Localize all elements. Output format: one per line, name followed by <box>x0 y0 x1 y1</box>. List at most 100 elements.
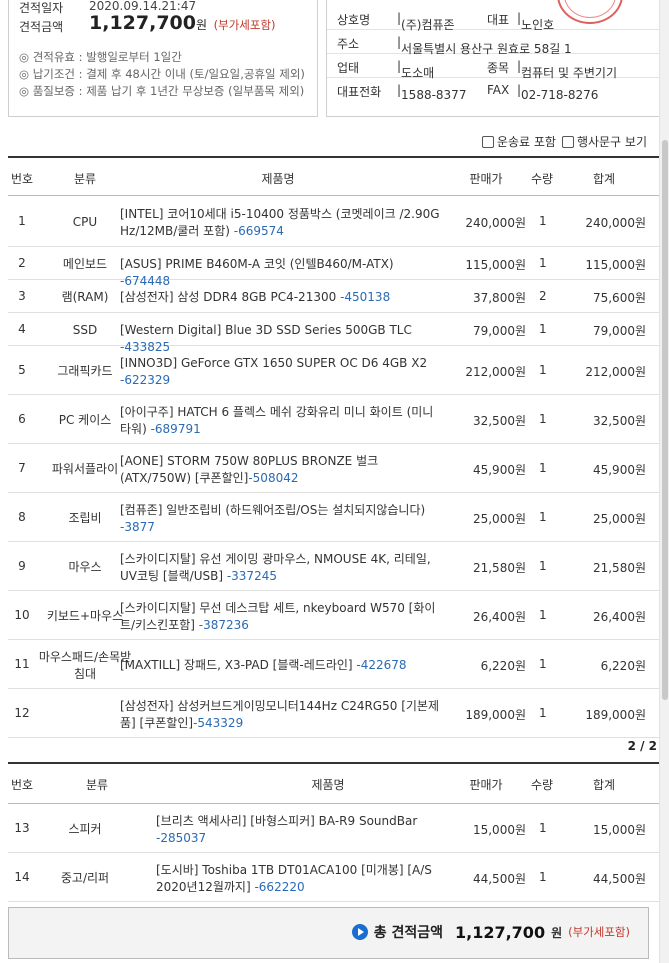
row-price: 32,500원 <box>472 414 526 428</box>
header-no: 번호 <box>10 172 34 186</box>
header-price: 판매가 <box>469 172 503 186</box>
product-code-link[interactable]: -543329 <box>193 716 243 730</box>
header-sum: 합계 <box>592 778 616 792</box>
row-product-name[interactable]: [삼성전자] 삼성 DDR4 8GB PC4-21300 -450138 <box>120 289 440 306</box>
product-code-link[interactable]: -337245 <box>227 569 277 583</box>
row-sum: 44,500원 <box>592 872 646 886</box>
row-product-name[interactable]: [INNO3D] GeForce GTX 1650 SUPER OC D6 4G… <box>120 355 440 389</box>
play-circle-icon <box>351 924 368 940</box>
shipping-checkbox[interactable] <box>481 135 494 148</box>
row-product-name[interactable]: [컴퓨존] 일반조립비 (하드웨어조립/OS는 설치되지않습니다) -3877 <box>120 502 440 536</box>
row-sum: 189,000원 <box>585 708 646 722</box>
phrase-checkbox[interactable] <box>561 135 574 148</box>
estimate-amount-label: 견적금액 <box>19 20 64 34</box>
table-row: 10 키보드+마우스 26,400원 1 26,400원 [스카이디지탈] 무선 데스크탑… <box>8 591 661 640</box>
shipping-toggle[interactable]: 운송료 포함 <box>481 133 556 150</box>
row-qty: 2 <box>539 289 547 303</box>
estimate-table-page2: 번호 분류 제품명 판매가 수량 합계 13 스피커 15,000원 1 15,000원… <box>8 764 661 904</box>
product-code-link[interactable]: -285037 <box>156 831 206 845</box>
scroll-thumb[interactable] <box>662 140 668 700</box>
product-code-link[interactable]: -422678 <box>356 658 406 672</box>
row-qty: 1 <box>539 608 547 622</box>
row-product-name[interactable]: [스카이디지탈] 유선 게이밍 광마우스, NMOUSE 4K, 리테일, UV… <box>120 551 440 585</box>
product-code-link[interactable]: -689791 <box>151 422 201 436</box>
product-name-text: [스카이디지탈] 무선 데스크탑 세트, nkeyboard W570 [화이트… <box>120 601 436 632</box>
row-number: 14 <box>14 870 30 884</box>
total-unit: 원 <box>551 925 563 940</box>
product-code-link[interactable]: -669574 <box>234 224 284 238</box>
row-qty: 1 <box>539 363 547 377</box>
row-number: 1 <box>18 214 26 228</box>
product-code-link[interactable]: -387236 <box>199 618 249 632</box>
row-sum: 212,000원 <box>585 365 646 379</box>
product-name-text: [삼성전자] 삼성커브드게이밍모니터144Hz C24RG50 [기본제품] [… <box>120 699 439 730</box>
row-sum: 115,000원 <box>585 258 646 272</box>
table-row: 7 파워서플라이 45,900원 1 45,900원 [AONE] STORM 750W … <box>8 444 661 493</box>
shipping-label: 운송료 포함 <box>496 135 556 149</box>
row-price: 21,580원 <box>472 561 526 575</box>
row-price: 45,900원 <box>472 463 526 477</box>
estimate-date-label: 견적일자 <box>19 1 64 15</box>
product-name-text: [MAXTILL] 장패드, X3-PAD [블랙-레드라인] <box>120 658 357 672</box>
row-qty: 1 <box>539 510 547 524</box>
table-row: 4 SSD 79,000원 1 79,000원 [Western Digital] Blu… <box>8 313 661 354</box>
product-code-link[interactable]: -450138 <box>340 290 390 304</box>
row-number: 9 <box>18 559 26 573</box>
product-code-link[interactable]: -622329 <box>120 373 170 387</box>
row-qty: 1 <box>539 412 547 426</box>
note-warranty: ◎ 품질보증 : 제품 납기 후 1년간 무상보증 (일부품목 제외) <box>19 84 305 98</box>
row-sum: 32,500원 <box>592 414 646 428</box>
row-product-name[interactable]: [MAXTILL] 장패드, X3-PAD [블랙-레드라인] -422678 <box>120 657 440 674</box>
header-category: 분류 <box>73 172 97 186</box>
header-name: 제품명 <box>261 172 295 186</box>
row-product-name[interactable]: [삼성전자] 삼성커브드게이밍모니터144Hz C24RG50 [기본제품] [… <box>120 698 440 732</box>
row-sum: 6,220원 <box>600 659 646 673</box>
row-number: 7 <box>18 461 26 475</box>
seller-info: 상호명 | (주)컴퓨존 대표 | 노인호 주소 | 서울특별시 용산구 원효로… <box>326 0 661 117</box>
row-price: 6,220원 <box>480 659 526 673</box>
row-product-name[interactable]: [브리츠 액세사리] [바형스피커] BA-R9 SoundBar -28503… <box>156 813 446 847</box>
header-qty: 수량 <box>530 778 554 792</box>
table-header: 번호 분류 제품명 판매가 수량 합계 <box>8 156 661 196</box>
row-product-name[interactable]: [도시바] Toshiba 1TB DT01ACA100 [미개봉] [A/S … <box>156 862 446 896</box>
row-product-name[interactable]: [아이구주] HATCH 6 플렉스 메쉬 강화유리 미니 화이트 (미니타워)… <box>120 404 440 438</box>
product-name-text: [INNO3D] GeForce GTX 1650 SUPER OC D6 4G… <box>120 356 428 370</box>
bizitem-label: 종목 <box>487 61 510 75</box>
product-code-link[interactable]: -508042 <box>248 471 298 485</box>
header-no: 번호 <box>10 778 34 792</box>
row-number: 2 <box>18 256 26 270</box>
row-number: 3 <box>18 289 26 303</box>
row-sum: 26,400원 <box>592 610 646 624</box>
product-code-link[interactable]: -662220 <box>254 880 304 894</box>
row-category: 중고/리퍼 <box>60 871 110 885</box>
table-row: 3 램(RAM) 37,800원 2 75,600원 [삼성전자] 삼성 DDR4 8GB… <box>8 280 661 313</box>
total-bar: 총 견적금액 1,127,700 원 (부가세포함) <box>8 907 649 959</box>
row-qty: 1 <box>539 821 547 835</box>
row-sum: 79,000원 <box>592 324 646 338</box>
row-price: 44,500원 <box>472 872 526 886</box>
total-label: 총 견적금액 <box>373 925 443 941</box>
row-product-name[interactable]: [스카이디지탈] 무선 데스크탑 세트, nkeyboard W570 [화이트… <box>120 600 440 634</box>
options-bar: 운송료 포함 행사문구 보기 <box>481 133 647 150</box>
row-sum: 45,900원 <box>592 463 646 477</box>
product-name-text: [브리츠 액세사리] [바형스피커] BA-R9 SoundBar <box>156 814 418 828</box>
row-number: 6 <box>18 412 26 426</box>
row-product-name[interactable]: [INTEL] 코어10세대 i5-10400 정품박스 (코멧레이크 /2.9… <box>120 206 440 240</box>
row-number: 8 <box>18 510 26 524</box>
row-qty: 1 <box>539 214 547 228</box>
phrase-toggle[interactable]: 행사문구 보기 <box>561 133 647 150</box>
product-name-text: [컴퓨존] 일반조립비 (하드웨어조립/OS는 설치되지않습니다) <box>120 503 426 517</box>
row-price: 240,000원 <box>465 216 526 230</box>
estimate-amount: 1,127,700원 (부가세포함) <box>89 12 276 34</box>
row-product-name[interactable]: [AONE] STORM 750W 80PLUS BRONZE 벌크 (ATX/… <box>120 453 440 487</box>
scrollbar[interactable] <box>659 0 669 963</box>
table-row: 8 조립비 25,000원 1 25,000원 [컴퓨존] 일반조립비 (하드웨어조립/O… <box>8 493 661 542</box>
fax-value: 02-718-8276 <box>521 88 599 102</box>
row-qty: 1 <box>539 657 547 671</box>
page-indicator: 2 / 2 <box>627 739 657 753</box>
estimate-summary: 견적일자 2020.09.14.21:47 견적금액 1,127,700원 (부… <box>8 0 318 117</box>
table-header-2: 번호 분류 제품명 판매가 수량 합계 <box>8 764 661 804</box>
biztype-label: 업태 <box>337 61 360 75</box>
product-code-link[interactable]: -3877 <box>120 520 155 534</box>
total-vat: (부가세포함) <box>568 925 630 939</box>
